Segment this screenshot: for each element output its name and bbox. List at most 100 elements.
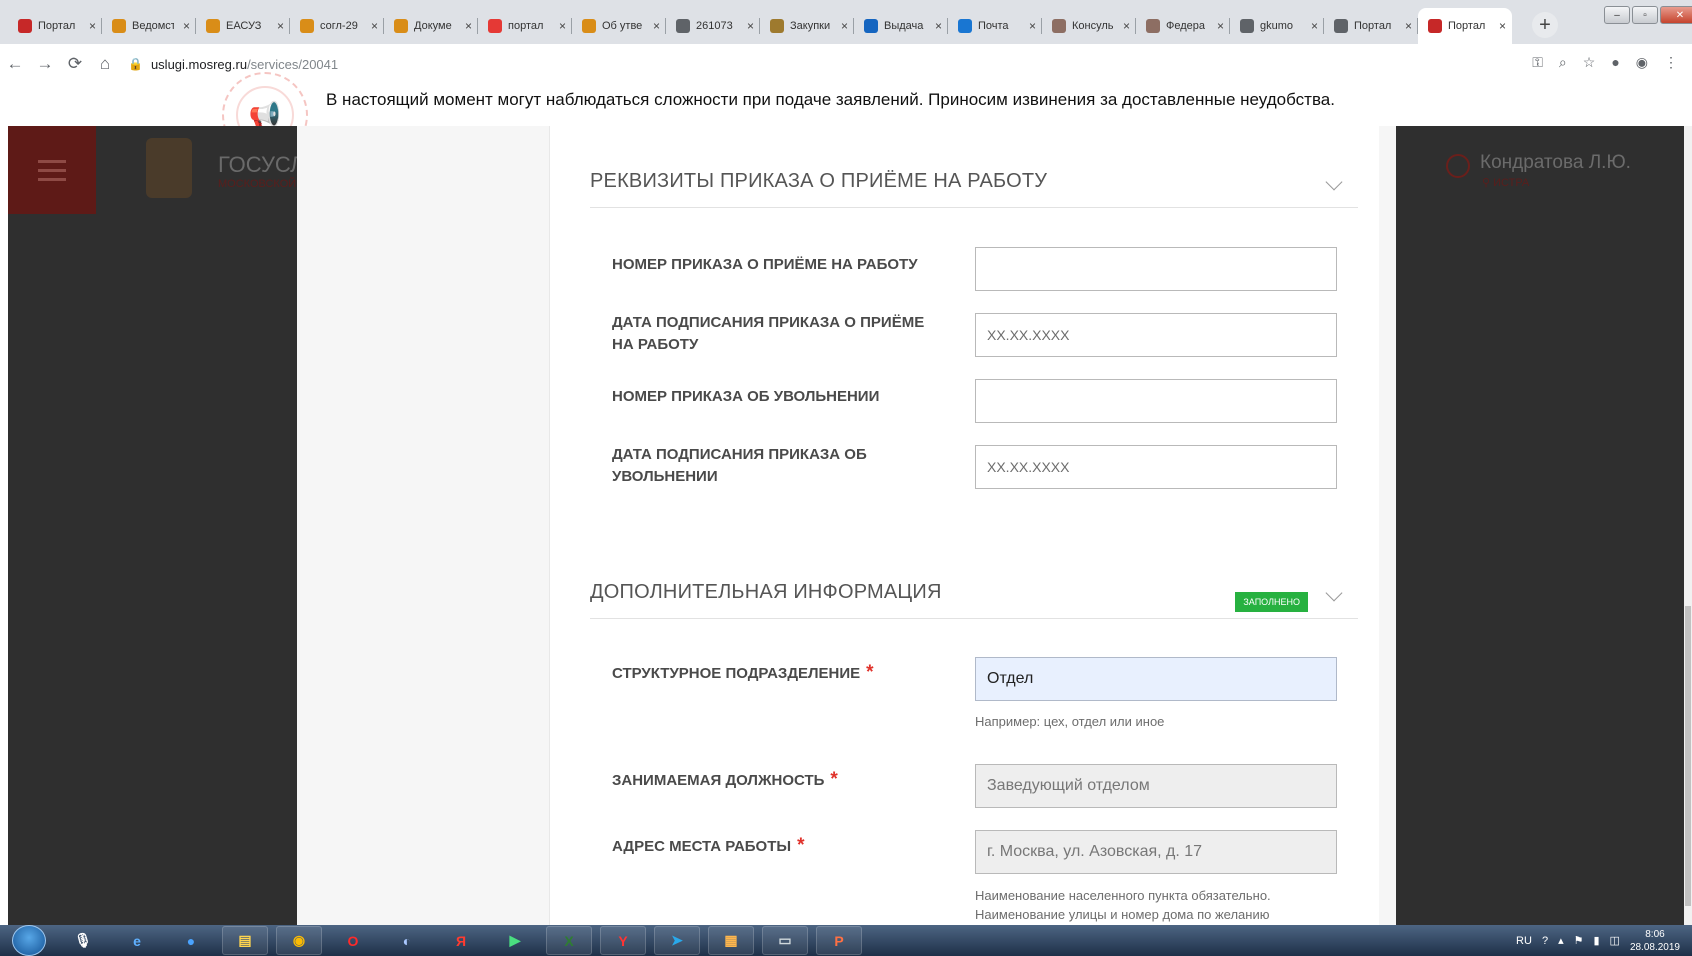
archive-icon[interactable]: ▦	[708, 926, 754, 955]
browser-tab[interactable]: Об утве ×	[572, 8, 666, 44]
url-host: uslugi.mosreg.ru	[150, 56, 248, 72]
media-player-icon[interactable]: ▶	[492, 926, 538, 955]
tab-close-icon[interactable]: ×	[371, 19, 378, 33]
tab-close-icon[interactable]: ×	[747, 19, 754, 33]
user-name[interactable]: Кондратова Л.Ю.	[1480, 152, 1631, 174]
user-icon[interactable]	[1446, 154, 1470, 178]
zoom-icon[interactable]: ⌕	[1559, 54, 1567, 71]
file-explorer-icon[interactable]: ▤	[222, 926, 268, 955]
hire-order-date-input[interactable]: XX.XX.XXXX	[975, 313, 1337, 357]
tab-close-icon[interactable]: ×	[559, 19, 566, 33]
tab-close-icon[interactable]: ×	[465, 19, 472, 33]
browser-tab[interactable]: Портал ×	[8, 8, 102, 44]
section-hire-order-header[interactable]: РЕКВИЗИТЫ ПРИКАЗА О ПРИЁМЕ НА РАБОТУ	[590, 170, 1358, 208]
tab-close-icon[interactable]: ×	[277, 19, 284, 33]
tab-close-icon[interactable]: ×	[935, 19, 942, 33]
key-icon[interactable]: ⚿	[1532, 54, 1543, 71]
opera-icon[interactable]: O	[330, 926, 376, 955]
work-address-hint: Наименование населенного пункта обязател…	[975, 888, 1271, 922]
reload-icon[interactable]: ⟳	[60, 54, 90, 74]
internet-explorer-icon[interactable]: e	[114, 926, 160, 955]
browser-tab[interactable]: Портал ×	[1418, 8, 1512, 44]
department-input[interactable]: Отдел	[975, 657, 1337, 701]
browser-tab[interactable]: Ведомст ×	[102, 8, 196, 44]
page-scrollbar[interactable]	[1684, 126, 1692, 925]
hamburger-menu-icon[interactable]	[8, 126, 96, 214]
required-mark: *	[797, 835, 805, 856]
new-tab-button[interactable]: +	[1532, 12, 1558, 38]
notice-text: В настоящий момент могут наблюдаться сло…	[326, 90, 1335, 109]
tab-title: Выдача	[884, 20, 924, 32]
browser-tab[interactable]: Докуме ×	[384, 8, 478, 44]
tab-favicon-icon	[1240, 19, 1254, 33]
browser-tab[interactable]: Закупки ×	[760, 8, 854, 44]
chevron-down-icon[interactable]	[1325, 173, 1343, 191]
back-icon[interactable]: ←	[0, 54, 30, 74]
yandex-browser-icon[interactable]: Y	[600, 926, 646, 955]
home-icon[interactable]: ⌂	[90, 54, 120, 74]
tab-close-icon[interactable]: ×	[1029, 19, 1036, 33]
form-card: РЕКВИЗИТЫ ПРИКАЗА О ПРИЁМЕ НА РАБОТУ НОМ…	[549, 126, 1379, 925]
tab-close-icon[interactable]: ×	[1499, 19, 1506, 33]
menu-icon[interactable]: ⋮	[1664, 54, 1678, 71]
tab-close-icon[interactable]: ×	[841, 19, 848, 33]
browser-tab[interactable]: портал ×	[478, 8, 572, 44]
tab-favicon-icon	[206, 19, 220, 33]
clock[interactable]: 8:06 28.08.2019	[1630, 928, 1680, 954]
position-input[interactable]: Заведующий отделом	[975, 764, 1337, 808]
globe-app-icon[interactable]: ●	[168, 926, 214, 955]
chrome-icon[interactable]: ◉	[276, 926, 322, 955]
browser-tab[interactable]: ЕАСУЗ ×	[196, 8, 290, 44]
scrollbar-thumb[interactable]	[1685, 606, 1691, 906]
tab-close-icon[interactable]: ×	[89, 19, 96, 33]
window-app-icon[interactable]: ▭	[762, 926, 808, 955]
browser-tab[interactable]: Портал ×	[1324, 8, 1418, 44]
powerpoint-icon[interactable]: P	[816, 926, 862, 955]
bookmark-star-icon[interactable]: ☆	[1583, 54, 1596, 71]
tab-close-icon[interactable]: ×	[1123, 19, 1130, 33]
browser-tab[interactable]: Выдача ×	[854, 8, 948, 44]
work-address-input[interactable]: г. Москва, ул. Азовская, д. 17	[975, 830, 1337, 874]
department-hint: Например: цех, отдел или иное	[975, 714, 1165, 729]
language-indicator[interactable]: RU	[1516, 935, 1532, 947]
tab-list: Портал × Ведомст × ЕАСУЗ × согл-29 × Докуме × порт…	[8, 8, 1584, 44]
work-address-label: АДРЕС МЕСТА РАБОТЫ *	[612, 835, 805, 856]
browser-tab[interactable]: Федера ×	[1136, 8, 1230, 44]
browser-tab[interactable]: согл-29 ×	[290, 8, 384, 44]
tab-close-icon[interactable]: ×	[1311, 19, 1318, 33]
dismissal-order-date-input[interactable]: XX.XX.XXXX	[975, 445, 1337, 489]
browser-tab[interactable]: 261073 ×	[666, 8, 760, 44]
tab-close-icon[interactable]: ×	[1217, 19, 1224, 33]
tab-favicon-icon	[112, 19, 126, 33]
forward-icon[interactable]: →	[30, 54, 60, 74]
address-bar[interactable]: 🔒 uslugi.mosreg.ru /services/20041	[128, 57, 338, 72]
dismissal-order-number-input[interactable]	[975, 379, 1337, 423]
cortana-mic-icon[interactable]: 🎙	[60, 926, 106, 955]
show-hidden-icons[interactable]: ▴	[1558, 934, 1564, 947]
section-additional-header[interactable]: ДОПОЛНИТЕЛЬНАЯ ИНФОРМАЦИЯ ЗАПОЛНЕНО	[590, 581, 1358, 619]
messenger-icon[interactable]: ◐	[384, 926, 430, 955]
tab-favicon-icon	[1428, 19, 1442, 33]
browser-tab[interactable]: Консуль ×	[1042, 8, 1136, 44]
hire-order-number-input[interactable]	[975, 247, 1337, 291]
extension-icon[interactable]: ●	[1611, 54, 1619, 71]
browser-tab[interactable]: Почта ×	[948, 8, 1042, 44]
volume-icon[interactable]: ◫	[1610, 934, 1620, 947]
close-window-icon[interactable]: ✕	[1660, 6, 1692, 24]
tab-close-icon[interactable]: ×	[653, 19, 660, 33]
start-button[interactable]	[12, 925, 46, 956]
flag-icon[interactable]: ⚑	[1574, 934, 1584, 947]
minimize-icon[interactable]: ‒	[1604, 6, 1630, 24]
help-icon[interactable]: ?	[1542, 935, 1548, 947]
yandex-icon[interactable]: Я	[438, 926, 484, 955]
tab-close-icon[interactable]: ×	[183, 19, 190, 33]
chevron-down-icon[interactable]	[1325, 584, 1343, 602]
excel-icon[interactable]: X	[546, 926, 592, 955]
position-label: ЗАНИМАЕМАЯ ДОЛЖНОСТЬ *	[612, 769, 838, 790]
network-icon[interactable]: ▮	[1593, 934, 1599, 947]
maximize-icon[interactable]: ▫	[1632, 6, 1658, 24]
tab-close-icon[interactable]: ×	[1405, 19, 1412, 33]
telegram-icon[interactable]: ➤	[654, 926, 700, 955]
browser-tab[interactable]: gkumo ×	[1230, 8, 1324, 44]
profile-icon[interactable]: ◉	[1636, 54, 1648, 71]
